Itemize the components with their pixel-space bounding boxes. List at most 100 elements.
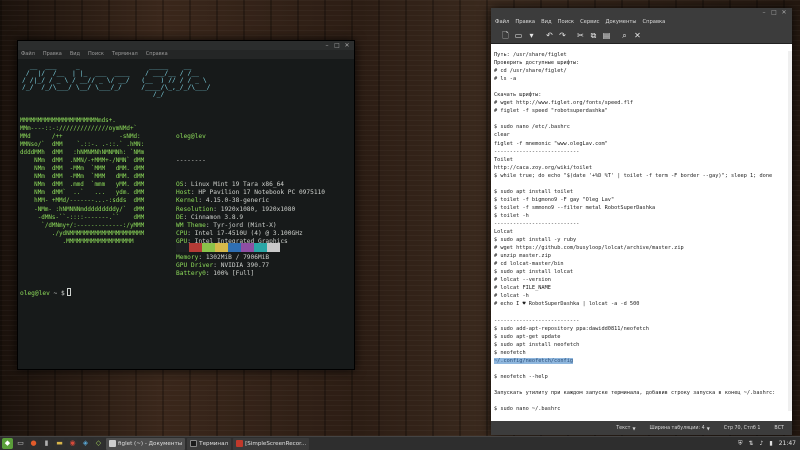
taskbar-task-terminal[interactable]: Терминал (187, 437, 232, 450)
terminal-launcher-icon[interactable]: ▮ (41, 438, 52, 449)
editor-text-area[interactable]: Путь: /usr/share/figlet Проверить доступ… (494, 51, 790, 411)
terminal-menu-file[interactable]: Файл (21, 50, 35, 59)
volume-icon[interactable]: ♪ (760, 440, 764, 447)
mint-ascii-logo: MMMMMMMMMMMMMMMMMMMMMMmds+. MMm----::-:/… (20, 118, 145, 245)
color-swatch (228, 243, 241, 252)
neofetch-info: oleg@lev -------- OS: Linux Mint 19 Tara… (176, 117, 325, 294)
info-value: 4.15.0-38-generic (205, 197, 270, 205)
info-key: CPU (176, 229, 188, 237)
network-icon[interactable]: ⇅ (749, 440, 754, 447)
app-icon[interactable]: ◈ (80, 438, 91, 449)
editor-menu-view[interactable]: Вид (541, 17, 552, 28)
info-key: Kernel (176, 197, 199, 205)
terminal-menu-terminal[interactable]: Терминал (112, 50, 138, 59)
taskbar-task-recorder[interactable]: [SimpleScreenRecor... (233, 437, 310, 450)
close-icon[interactable]: ✕ (781, 9, 787, 16)
paste-icon[interactable]: ▤ (600, 29, 613, 42)
info-separator: -------- (176, 157, 206, 165)
editor-menubar: Файл Правка Вид Поиск Сервис Документы С… (491, 17, 792, 28)
editor-titlebar[interactable]: – □ ✕ (491, 8, 792, 17)
copy-icon[interactable]: ⧉ (587, 29, 600, 42)
info-value: 1302MiB / 7906MiB (205, 253, 270, 261)
terminal-menu-edit[interactable]: Правка (43, 50, 62, 59)
color-swatch (254, 243, 267, 252)
info-key: WM Theme (176, 221, 206, 229)
insert-mode: ВСТ (774, 425, 784, 431)
task-label: Терминал (199, 440, 229, 447)
terminal-titlebar[interactable]: – □ ✕ (18, 41, 354, 50)
text-editor-window[interactable]: – □ ✕ Файл Правка Вид Поиск Сервис Докум… (491, 8, 792, 435)
editor-menu-search[interactable]: Поиск (558, 17, 574, 28)
terminal-menu-search[interactable]: Поиск (88, 50, 104, 59)
editor-menu-help[interactable]: Справка (643, 17, 666, 28)
info-key: Resolution (176, 205, 214, 213)
info-row: WM Theme: Tyr-jord (Mint-X) (176, 221, 277, 229)
info-key: Host (176, 189, 191, 197)
info-key: DE (176, 213, 184, 221)
info-row: DE: Cinnamon 3.8.9 (176, 213, 244, 221)
task-label: figlet (~) - Документы (118, 440, 183, 447)
terminal-output[interactable]: __ ___ _ _____ __ / |/ /__ | |_ ___ ____… (18, 59, 354, 369)
mint-menu-icon[interactable]: ◆ (2, 438, 13, 449)
firefox-icon[interactable]: ● (28, 438, 39, 449)
terminal-menu-view[interactable]: Вид (70, 50, 80, 59)
syntax-mode-label: Текст (616, 425, 631, 431)
info-value: Linux Mint 19 Tara x86_64 (190, 181, 285, 189)
editor-scrollbar[interactable] (788, 51, 792, 411)
color-swatch (267, 243, 280, 252)
info-row: Battery0: 100% [Full] (176, 269, 255, 277)
tab-width-selector[interactable]: Ширина табуляции: 4 ▼ (650, 426, 710, 431)
info-value: Intel i7-4510U (4) @ 3.100GHz (194, 229, 303, 237)
info-row: Resolution: 1920x1080, 1920x1080 (176, 205, 296, 213)
figlet-banner: __ ___ _ _____ __ / |/ /__ | |_ ___ ____… (22, 62, 211, 98)
maximize-icon[interactable]: □ (334, 42, 340, 49)
syntax-mode-selector[interactable]: Текст ▼ (616, 426, 635, 431)
cut-icon[interactable]: ✂ (574, 29, 587, 42)
save-icon[interactable]: ▾ (525, 29, 538, 42)
terminal-cursor (66, 288, 71, 296)
editor-toolbar: 🗋 ▭ ▾ ↶ ↷ ✂ ⧉ ▤ ⌕ ✕ (491, 28, 792, 44)
editor-menu-documents[interactable]: Документы (605, 17, 636, 28)
color-swatch (176, 243, 189, 252)
files-icon[interactable]: ▬ (54, 438, 65, 449)
info-row: GPU Driver: NVIDIA 390.77 (176, 261, 270, 269)
search-icon[interactable]: ⌕ (618, 29, 631, 42)
prompt-user: oleg@lev (20, 290, 50, 297)
editor-menu-file[interactable]: Файл (495, 17, 509, 28)
terminal-window[interactable]: – □ ✕ Файл Правка Вид Поиск Терминал Спр… (17, 40, 355, 370)
taskbar-task-editor[interactable]: figlet (~) - Документы (106, 437, 186, 450)
color-swatch (202, 243, 215, 252)
info-row: Host: HP Pavilion 17 Notebook PC 0975110 (176, 189, 326, 197)
show-desktop-icon[interactable]: ▭ (15, 438, 26, 449)
minimize-icon[interactable]: – (761, 9, 767, 16)
battery-icon[interactable]: ▮ (769, 440, 772, 447)
chevron-down-icon: ▼ (632, 425, 636, 431)
taskbar: ◆ ▭ ● ▮ ▬ ◉ ◈ ◇ figlet (~) - Документы Т… (0, 436, 800, 450)
open-folder-icon[interactable]: ▭ (512, 29, 525, 42)
editor-menu-edit[interactable]: Правка (515, 17, 535, 28)
task-label: [SimpleScreenRecor... (245, 440, 307, 447)
replace-icon[interactable]: ✕ (631, 29, 644, 42)
info-value: HP Pavilion 17 Notebook PC 0975110 (198, 189, 326, 197)
minimize-icon[interactable]: – (324, 42, 330, 49)
new-document-icon[interactable]: 🗋 (499, 29, 512, 42)
shell-prompt[interactable]: oleg@lev ~ $ (20, 288, 71, 298)
recorder-icon (236, 440, 244, 447)
media-icon[interactable]: ◉ (67, 438, 78, 449)
info-value: Tyr-jord (Mint-X) (213, 221, 277, 229)
undo-icon[interactable]: ↶ (543, 29, 556, 42)
system-tray: ⛨ ⇅ ♪ ▮ 21:47 (738, 440, 800, 448)
terminal-icon (190, 440, 198, 447)
terminal-menu-help[interactable]: Справка (146, 50, 168, 59)
editor-menu-tools[interactable]: Сервис (580, 17, 599, 28)
redo-icon[interactable]: ↷ (556, 29, 569, 42)
shield-icon[interactable]: ⛨ (738, 440, 743, 448)
clock[interactable]: 21:47 (779, 440, 796, 447)
app-icon[interactable]: ◇ (93, 438, 104, 449)
color-palette (176, 243, 280, 252)
close-icon[interactable]: ✕ (344, 42, 350, 49)
editor-statusbar: Текст ▼ Ширина табуляции: 4 ▼ Стр 70, Стлб… (491, 421, 792, 435)
color-swatch (215, 243, 228, 252)
maximize-icon[interactable]: □ (771, 9, 777, 16)
info-key: Battery0 (176, 269, 206, 277)
